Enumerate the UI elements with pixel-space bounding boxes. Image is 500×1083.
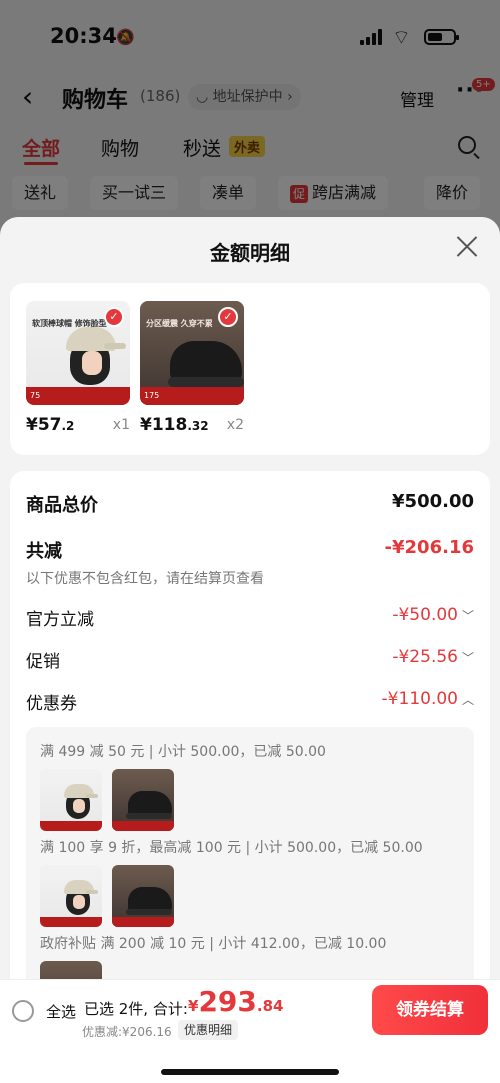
discount-note: 以下优惠不包含红包，请在结算页查看 [26,571,264,587]
official-amount: -¥50.00 [392,605,458,625]
product-qty: x1 [112,417,130,433]
total-int: 293 [198,985,257,1018]
home-indicator [161,1069,339,1075]
coupon-row[interactable]: 优惠券 -¥110.00 ︿ [26,689,474,715]
cap-product-thumb [40,865,102,927]
selected-info: 已选 2件, 合计: [84,1000,188,1018]
official-label: 官方立减 [26,610,94,630]
coupon-line: 满 499 减 50 元 | 小计 500.00，已减 50.00 [40,744,326,760]
promo-value: -¥25.56 ﹀ [392,647,474,667]
close-icon[interactable] [456,235,478,257]
total-label: 商品总价 [26,495,98,516]
total-row: 商品总价 ¥500.00 [26,491,474,517]
coupon-line: 政府补贴 满 200 减 10 元 | 小计 412.00，已减 10.00 [40,936,387,952]
checkout-bar: 全选 已选 2件, 合计: ¥293.84 优惠减:¥206.16 优惠明细 领… [0,979,500,1083]
discount-detail-button[interactable]: 优惠明细 [178,1020,239,1040]
shoe-product-image: 分区缓震 久穿不累 175 ✓ [140,301,244,405]
coupon-line: 满 100 享 9 折，最高减 100 元 | 小计 500.00，已减 50.… [40,840,423,856]
coupon-amount: -¥110.00 [381,689,458,709]
coupon-value: -¥110.00 ︿ [382,689,474,709]
checkmark-icon[interactable]: ✓ [218,307,238,327]
product-price-int: ¥118 [140,415,188,435]
discount-info: 优惠减:¥206.16 [82,1025,172,1039]
product-price: ¥118.32 [140,415,209,435]
checkmark-icon[interactable]: ✓ [104,307,124,327]
total-value: ¥500.00 [392,491,474,512]
cap-product-image: 软顶棒球帽 修饰脸型 75 ✓ [26,301,130,405]
chevron-down-icon: ﹀ [461,609,474,623]
discount-row: 共减 -¥206.16 [26,537,474,563]
shoe-product-thumb [112,769,174,831]
sheet-title: 金额明细 [210,241,290,265]
product-item[interactable]: 分区缓震 久穿不累 175 ✓ ¥118.32 x2 [140,301,244,435]
thumb-price: 75 [26,387,130,405]
thumb-price: 175 [140,387,244,405]
cap-product-thumb [40,769,102,831]
product-price-dec: .32 [187,419,209,433]
thumb-caption: 软顶棒球帽 修饰脸型 [32,319,107,328]
total-amount: ¥293.84 [188,985,283,1018]
product-price-int: ¥57 [26,415,62,435]
chevron-down-icon: ﹀ [461,651,474,665]
product-card: 软顶棒球帽 修饰脸型 75 ✓ ¥57.2 x1 分区缓震 久穿不累 175 ✓… [10,283,490,455]
product-item[interactable]: 软顶棒球帽 修饰脸型 75 ✓ ¥57.2 x1 [26,301,130,435]
product-qty: x2 [226,417,244,433]
official-value: -¥50.00 ﹀ [392,605,474,625]
product-price-dec: .2 [61,419,75,433]
official-discount-row[interactable]: 官方立减 -¥50.00 ﹀ [26,605,474,631]
discount-value: -¥206.16 [384,537,474,558]
amount-detail-sheet: 金额明细 软顶棒球帽 修饰脸型 75 ✓ ¥57.2 x1 分区缓震 久穿不累 … [0,217,500,1083]
promo-label: 促销 [26,652,60,672]
promo-amount: -¥25.56 [392,647,458,667]
discount-label: 共减 [26,541,62,562]
select-all-label[interactable]: 全选 [46,1001,76,1022]
promo-row[interactable]: 促销 -¥25.56 ﹀ [26,647,474,673]
shoe-product-thumb [112,865,174,927]
select-all-radio[interactable] [12,1000,34,1022]
thumb-caption: 分区缓震 久穿不累 [146,319,213,328]
product-price: ¥57.2 [26,415,74,435]
coupon-label: 优惠券 [26,694,77,714]
total-dec: .84 [256,997,284,1015]
checkout-button[interactable]: 领券结算 [372,985,488,1035]
total-currency: ¥ [188,997,199,1015]
chevron-up-icon: ︿ [461,693,474,707]
